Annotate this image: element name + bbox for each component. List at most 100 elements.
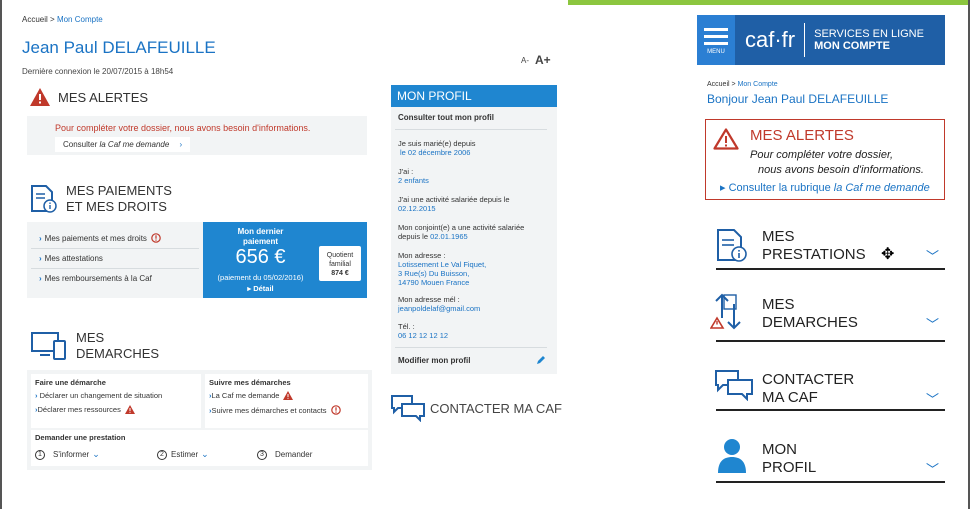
user-avatar-icon: [718, 439, 746, 473]
document-info-icon: [717, 229, 747, 262]
caf-logo[interactable]: caf·fr: [745, 27, 795, 53]
chevron-down-icon: ﹀: [926, 317, 940, 332]
mobile-item-profile[interactable]: MON PROFIL ﹀: [716, 437, 945, 483]
follow-demarches-link[interactable]: Suivre mes démarches et contacts: [209, 405, 364, 415]
breadcrumb: Accueil > Mon Compte: [22, 15, 103, 24]
breadcrumb-home[interactable]: Accueil: [22, 15, 48, 24]
email-value: jeanpoldelaf@gmail.com: [398, 304, 481, 313]
mobile-breadcrumb: Accueil > Mon Compte: [707, 81, 778, 88]
step-number: 3: [257, 449, 267, 460]
email-label: Mon adresse mél :: [398, 295, 460, 304]
font-larger-button[interactable]: A+: [535, 53, 551, 67]
payments-title-line1: MES PAIEMENTS: [66, 183, 172, 198]
faire-demarche-title: Faire une démarche: [35, 378, 106, 387]
pencil-icon: [537, 356, 545, 364]
step-label: Demander: [275, 450, 313, 459]
mobile-item-contact[interactable]: CONTACTER MA CAF ﹀: [715, 369, 945, 411]
mobile-item-line1: MES: [762, 228, 795, 245]
payments-menu-item[interactable]: Mes remboursements à la Caf: [31, 269, 199, 288]
last-payment-label-1: Mon dernier: [237, 227, 284, 236]
warning-icon: [30, 88, 50, 106]
divider: [395, 347, 547, 348]
breadcrumb-separator: >: [50, 15, 55, 24]
mobile-item-demarches[interactable]: MES DEMARCHES ﹀: [710, 292, 945, 342]
step-label: S'informer: [53, 450, 90, 459]
see-full-profile-link[interactable]: Consulter tout mon profil: [398, 113, 494, 122]
mobile-header: MENU caf·fr SERVICES EN LIGNE MON COMPTE: [697, 15, 945, 65]
last-payment-label: Mon dernier paiement: [203, 227, 318, 247]
item-underline: [716, 268, 945, 270]
mobile-item-prestations[interactable]: MES PRESTATIONS ✥ ﹀: [716, 226, 945, 270]
menu-button[interactable]: MENU: [697, 15, 735, 65]
mobile-alerts-link[interactable]: ▸ Consulter la rubrique la Caf me demand…: [720, 181, 930, 194]
mobile-item-line2: MA CAF: [762, 389, 818, 406]
declare-resources-label: Déclarer mes ressources: [37, 405, 121, 414]
suivre-demarches-panel: Suivre mes démarches La Caf me demande S…: [205, 374, 368, 428]
step-number: 2: [157, 449, 167, 460]
spouse-value: 02.01.1965: [430, 232, 468, 241]
married-value: le 02 décembre 2006: [400, 148, 471, 157]
top-accent-bar: [568, 0, 970, 5]
spouse-label-1: Mon conjoint(e) a une activité salariée: [398, 223, 525, 232]
profile-card: MON PROFIL Consulter tout mon profil Je …: [391, 85, 557, 376]
contact-caf-label: CONTACTER MA CAF: [430, 400, 562, 416]
follow-demarches-label: Suivre mes démarches et contacts: [211, 405, 327, 415]
alerts-link[interactable]: Consulter la Caf me demande ›: [55, 137, 191, 152]
alerts-message: Pour compléter votre dossier, nous avons…: [55, 123, 311, 133]
chat-bubbles-icon: [391, 395, 425, 422]
mobile-item-line2: DEMARCHES: [762, 314, 858, 331]
address-label: Mon adresse :: [398, 251, 446, 260]
payments-item-label: Mes attestations: [44, 254, 103, 263]
alerts-header: MES ALERTES: [30, 88, 148, 106]
edit-profile-link[interactable]: Modifier mon profil: [398, 355, 546, 365]
mobile-item-label: CONTACTER MA CAF: [762, 371, 854, 407]
payments-header: MES PAIEMENTS ET MES DROITS: [30, 183, 172, 215]
alert-circle-icon: [151, 233, 161, 243]
services-title: SERVICES EN LIGNE MON COMPTE: [814, 28, 924, 52]
document-info-icon: [31, 185, 57, 213]
payment-detail-link[interactable]: ▸ Détail: [203, 284, 318, 293]
contact-caf-link[interactable]: CONTACTER MA CAF: [390, 394, 562, 422]
step-demander[interactable]: 3 Demander: [257, 449, 313, 460]
children-value: 2 enfants: [398, 176, 429, 185]
hamburger-icon: [704, 41, 728, 45]
job-info: J'ai une activité salariée depuis le 02.…: [398, 195, 510, 213]
declare-resources-link[interactable]: Déclarer mes ressources: [35, 405, 197, 414]
transfer-arrows-icon: [710, 293, 741, 330]
last-payment-card: Mon dernier paiement 656 € (paiement du …: [203, 222, 367, 298]
job-value: 02.12.2015: [398, 204, 436, 213]
payments-menu-item[interactable]: Mes attestations: [31, 249, 199, 269]
step-sinformer[interactable]: 1 S'informer ⌄: [35, 449, 157, 460]
mobile-item-line2: PROFIL: [762, 459, 817, 476]
demarches-box: Faire une démarche Déclarer un changemen…: [27, 370, 372, 470]
mobile-item-label: MES DEMARCHES: [762, 296, 858, 332]
chevron-down-icon: ﹀: [926, 249, 940, 264]
payments-box: Mes paiements et mes droits Mes attestat…: [27, 222, 367, 298]
item-underline: [716, 481, 945, 483]
alerts-link-prefix: Consulter: [63, 140, 100, 149]
caf-me-demande-link[interactable]: La Caf me demande: [209, 391, 364, 400]
mobile-view: MENU caf·fr SERVICES EN LIGNE MON COMPTE…: [568, 0, 970, 509]
warning-icon: [713, 128, 739, 150]
font-smaller-button[interactable]: A-: [521, 56, 529, 65]
chat-bubbles-icon: [715, 370, 753, 401]
alerts-title: MES ALERTES: [58, 89, 149, 105]
payments-title: MES PAIEMENTS ET MES DROITS: [66, 183, 172, 215]
declare-change-link[interactable]: Déclarer un changement de situation: [35, 391, 197, 400]
step-estimer[interactable]: 2 Estimer ⌄: [157, 449, 257, 460]
breadcrumb-home[interactable]: Accueil: [707, 81, 730, 88]
address-line-1: Lotissement Le Val Fiquet,: [398, 260, 487, 269]
children-info: J'ai : 2 enfants: [398, 167, 429, 185]
mobile-item-label: MES PRESTATIONS: [762, 228, 866, 264]
item-underline: [716, 409, 945, 411]
payments-menu-item[interactable]: Mes paiements et mes droits: [31, 228, 199, 249]
suivre-demarches-title: Suivre mes démarches: [209, 378, 291, 387]
mobile-item-line1: CONTACTER: [762, 371, 855, 388]
profile-body: Consulter tout mon profil Je suis marié(…: [391, 107, 557, 374]
address-line-3: 14790 Mouen France: [398, 278, 470, 287]
spouse-info: Mon conjoint(e) a une activité salariée …: [398, 223, 524, 241]
step-number: 1: [35, 449, 45, 460]
spouse-label-2: depuis le: [398, 232, 429, 241]
warning-icon: [283, 391, 294, 400]
services-line2: MON COMPTE: [814, 40, 890, 52]
